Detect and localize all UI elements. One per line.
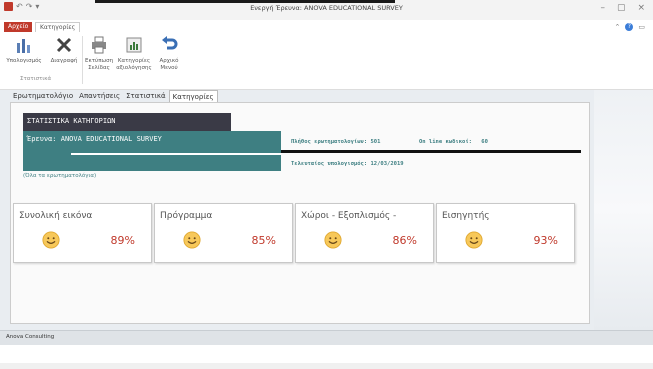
card-percent: 85%: [251, 234, 276, 247]
main-menu-label-2: Μενού: [160, 64, 178, 71]
category-card-instructor[interactable]: Εισηγητής 93%: [436, 203, 575, 263]
title-strip: [95, 0, 395, 3]
card-percent: 93%: [533, 234, 558, 247]
card-percent: 89%: [110, 234, 135, 247]
smiley-icon: [465, 231, 483, 249]
survey-value: ANOVA EDUCATIONAL SURVEY: [60, 135, 162, 143]
survey-label: Έρευνα:: [27, 135, 57, 143]
online-label: On line κωδικοί:: [419, 139, 472, 145]
last-calc-value: 12/03/2019: [370, 161, 404, 167]
category-card-facilities[interactable]: Χώροι - Εξοπλισμός - 86%: [295, 203, 434, 263]
maximize-button[interactable]: ▢: [617, 3, 626, 13]
divider-white: [71, 153, 281, 155]
last-calc-label: Τελευταίος υπολογισμός:: [291, 161, 368, 167]
calculate-button[interactable]: Υπολογισμός: [2, 34, 46, 65]
print-icon: [85, 34, 113, 56]
card-label: Συνολική εικόνα: [19, 211, 93, 221]
app-area: Ερωτηματολόγιο Απαντήσεις Στατιστικά Κατ…: [0, 90, 653, 330]
print-label-1: Εκτύπωση: [85, 58, 114, 64]
divider-black: [281, 150, 581, 153]
status-bar: Anova Consulting: [0, 330, 653, 345]
smiley-icon: [324, 231, 342, 249]
card-label: Χώροι - Εξοπλισμός -: [301, 211, 397, 221]
minimize-button[interactable]: –: [600, 3, 605, 13]
ribbon-tab-bar: Αρχείο Κατηγορίες: [0, 20, 653, 33]
categories-icon: [115, 34, 153, 56]
back-arrow-icon: [155, 34, 183, 56]
tab-categories-doc[interactable]: Κατηγορίες: [168, 90, 218, 102]
title-bar: ↶ ↷ ▾ Ενεργή Έρευνα: ANOVA EDUCATIONAL S…: [0, 0, 653, 20]
window-title: Ενεργή Έρευνα: ANOVA EDUCATIONAL SURVEY: [250, 4, 403, 12]
help-icon[interactable]: ?: [625, 23, 634, 31]
page-title: ΣΤΑΤΙΣΤΙΚΑ ΚΑΤΗΓΟΡΙΩΝ: [27, 117, 116, 125]
online-value: 60: [481, 139, 488, 145]
main-menu-button[interactable]: Αρχικό Μενού: [155, 34, 183, 71]
tab-questionnaire[interactable]: Ερωτηματολόγιο: [10, 90, 76, 102]
document-tabs: Ερωτηματολόγιο Απαντήσεις Στατιστικά Κατ…: [10, 90, 218, 102]
survey-name: Έρευνα: ANOVA EDUCATIONAL SURVEY: [27, 135, 162, 143]
category-card-program[interactable]: Πρόγραμμα 85%: [154, 203, 293, 263]
tab-file[interactable]: Αρχείο: [4, 22, 33, 32]
card-percent: 86%: [392, 234, 417, 247]
delete-icon: [47, 34, 81, 56]
bottom-strip: [0, 363, 653, 369]
category-card-overall[interactable]: Συνολική εικόνα 89%: [13, 203, 152, 263]
status-text: Anova Consulting: [6, 334, 55, 340]
questionnaires-value: 501: [370, 139, 381, 145]
ribbon: Υπολογισμός Διαγραφή Εκτύπωση Σελίδας Κα…: [0, 32, 653, 90]
collapse-icon[interactable]: ⌃: [615, 23, 621, 31]
help-controls: ⌃ ? ▭: [615, 23, 645, 31]
calculate-label: Υπολογισμός: [6, 58, 42, 64]
tab-answers[interactable]: Απαντήσεις: [76, 90, 123, 102]
ribbon-group-label: Στατιστικά: [20, 76, 52, 82]
delete-button[interactable]: Διαγραφή: [47, 34, 81, 65]
print-page-button[interactable]: Εκτύπωση Σελίδας: [85, 34, 113, 71]
card-label: Πρόγραμμα: [160, 211, 213, 221]
chart-icon: [2, 34, 46, 56]
smiley-icon: [183, 231, 201, 249]
evaluation-categories-button[interactable]: Κατηγορίες αξιολόγησης: [115, 34, 153, 71]
tab-statistics[interactable]: Στατιστικά: [123, 90, 169, 102]
ribbon-group-separator: [82, 36, 83, 84]
delete-label: Διαγραφή: [50, 58, 78, 64]
window-controls: – ▢ ×: [600, 3, 645, 13]
questionnaires-count: Πλήθος ερωτηματολογίων: 501: [291, 139, 380, 145]
category-stats-form: ΣΤΑΤΙΣΤΙΚΑ ΚΑΤΗΓΟΡΙΩΝ Έρευνα: ANOVA EDUC…: [10, 102, 590, 324]
categories-label-1: Κατηγορίες: [117, 58, 151, 64]
filter-label: (Όλα τα ερωτηματολόγια): [23, 173, 97, 179]
smiley-icon: [42, 231, 60, 249]
categories-label-2: αξιολόγησης: [116, 64, 152, 71]
online-codes: On line κωδικοί: 60: [419, 139, 488, 145]
minimize-ribbon-icon[interactable]: ▭: [638, 23, 645, 31]
questionnaires-label: Πλήθος ερωτηματολογίων:: [291, 139, 368, 145]
print-label-2: Σελίδας: [88, 64, 110, 71]
side-decoration: [594, 90, 653, 330]
card-label: Εισηγητής: [442, 211, 490, 221]
close-button[interactable]: ×: [637, 3, 645, 13]
last-calculation: Τελευταίος υπολογισμός: 12/03/2019: [291, 161, 404, 167]
